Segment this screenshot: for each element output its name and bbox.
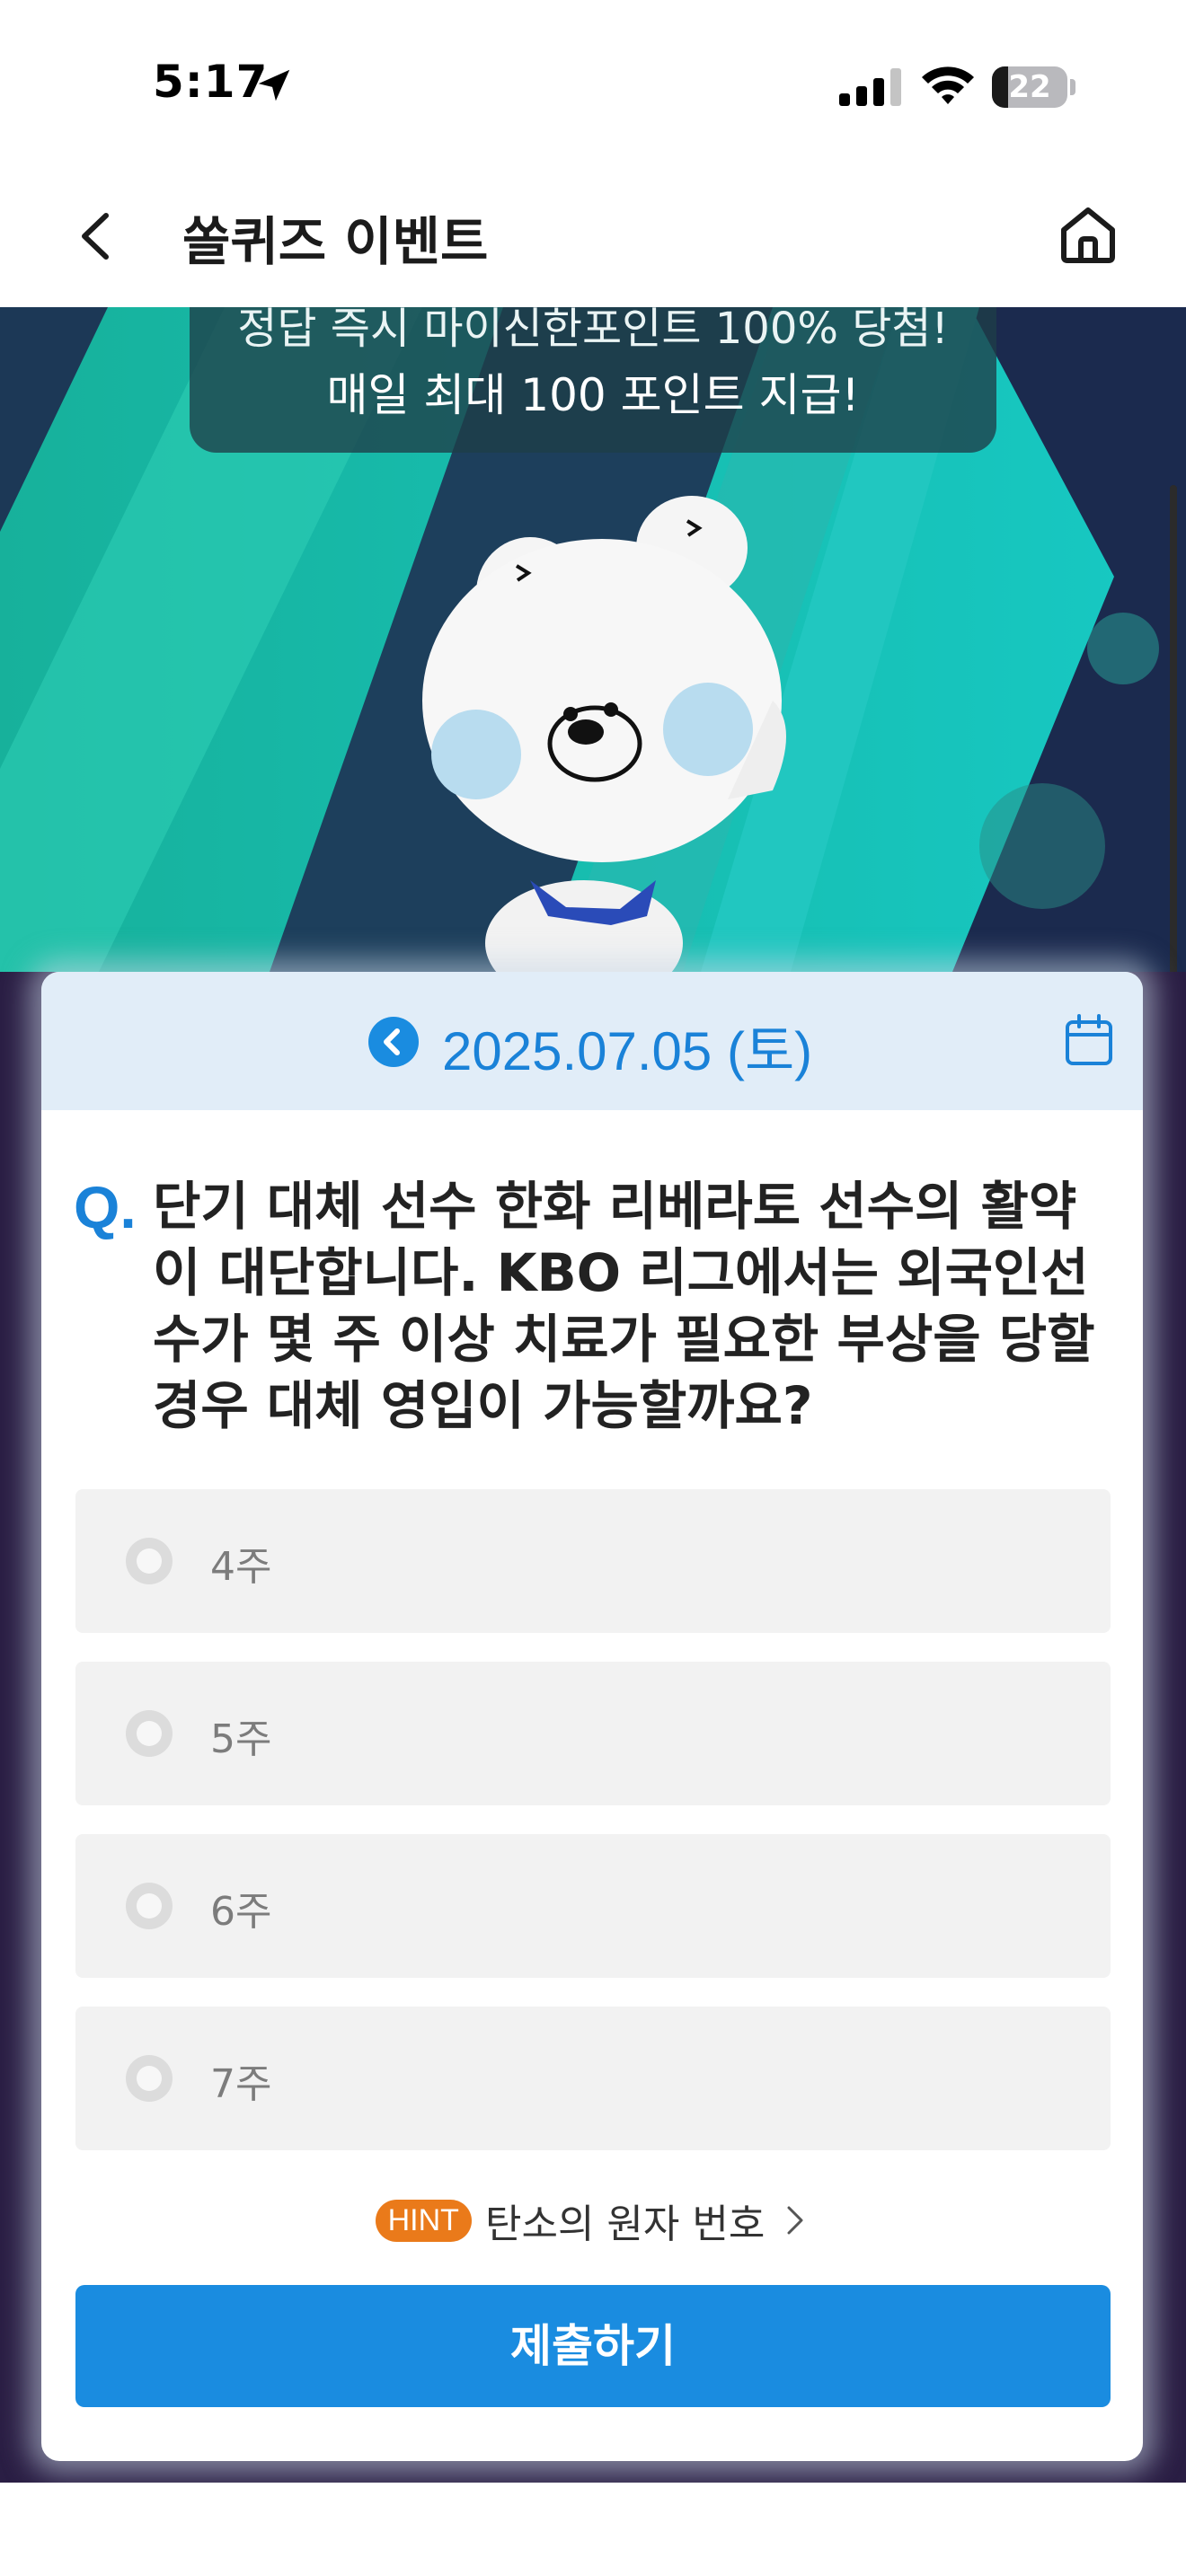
battery-text: 22 bbox=[1008, 69, 1051, 105]
radio-button[interactable] bbox=[126, 2055, 173, 2102]
cellular-signal-icon bbox=[839, 68, 901, 106]
option-label: 6주 bbox=[210, 1889, 272, 1935]
page-title: 쏠퀴즈 이벤트 bbox=[182, 211, 489, 272]
quiz-date: 2025.07.05 (토) bbox=[442, 1021, 813, 1081]
option-label: 7주 bbox=[210, 2061, 272, 2107]
app-header bbox=[0, 171, 1186, 307]
quiz-card: 2025.07.05 (토) Q. 단기 대체 선수 한화 리베라토 선수의 활… bbox=[41, 972, 1143, 2461]
option-4[interactable]: 7주 bbox=[75, 2007, 1111, 2150]
home-icon[interactable] bbox=[1057, 203, 1120, 266]
event-banner: 정답 즉시 마이신한포인트 100% 당첨! 매일 최대 100 포인트 지급! bbox=[0, 307, 1186, 972]
battery-tip bbox=[1070, 79, 1075, 95]
option-label: 5주 bbox=[210, 1716, 272, 1762]
submit-label: 제출하기 bbox=[510, 2320, 676, 2372]
hint-text: 탄소의 원자 번호 bbox=[484, 2201, 766, 2247]
previous-date-button[interactable] bbox=[368, 1017, 419, 1067]
hint-link[interactable]: HINT 탄소의 원자 번호 bbox=[41, 2192, 1143, 2254]
option-1[interactable]: 4주 bbox=[75, 1489, 1111, 1633]
option-3[interactable]: 6주 bbox=[75, 1834, 1111, 1978]
battery-icon: 22 bbox=[992, 66, 1067, 108]
chevron-left-icon bbox=[384, 1028, 400, 1055]
radio-button[interactable] bbox=[126, 1883, 173, 1929]
radio-button[interactable] bbox=[126, 1538, 173, 1584]
radio-button[interactable] bbox=[126, 1710, 173, 1757]
bear-mascot-image bbox=[422, 496, 786, 972]
option-label: 4주 bbox=[210, 1544, 272, 1590]
hint-badge: HINT bbox=[375, 2199, 472, 2242]
submit-button[interactable]: 제출하기 bbox=[75, 2285, 1111, 2407]
wifi-icon bbox=[922, 66, 974, 104]
back-chevron-icon[interactable] bbox=[74, 208, 119, 264]
date-bar: 2025.07.05 (토) bbox=[41, 972, 1143, 1110]
chevron-right-icon bbox=[787, 2206, 803, 2235]
notice-line1: 정답 즉시 마이신한포인트 100% 당첨! bbox=[237, 307, 949, 354]
status-time: 5:17 bbox=[153, 56, 269, 108]
question-mark-label: Q. bbox=[74, 1174, 137, 1240]
location-arrow-icon bbox=[258, 69, 290, 101]
bottom-area bbox=[0, 2483, 1186, 2576]
question-text: 단기 대체 선수 한화 리베라토 선수의 활약이 대단합니다. KBO 리그에서… bbox=[153, 1176, 1095, 1436]
calendar-icon[interactable] bbox=[1064, 1013, 1114, 1067]
status-bar: 5:17 22 bbox=[0, 0, 1186, 171]
notice-line2: 매일 최대 100 포인트 지급! bbox=[326, 369, 860, 421]
option-2[interactable]: 5주 bbox=[75, 1662, 1111, 1805]
